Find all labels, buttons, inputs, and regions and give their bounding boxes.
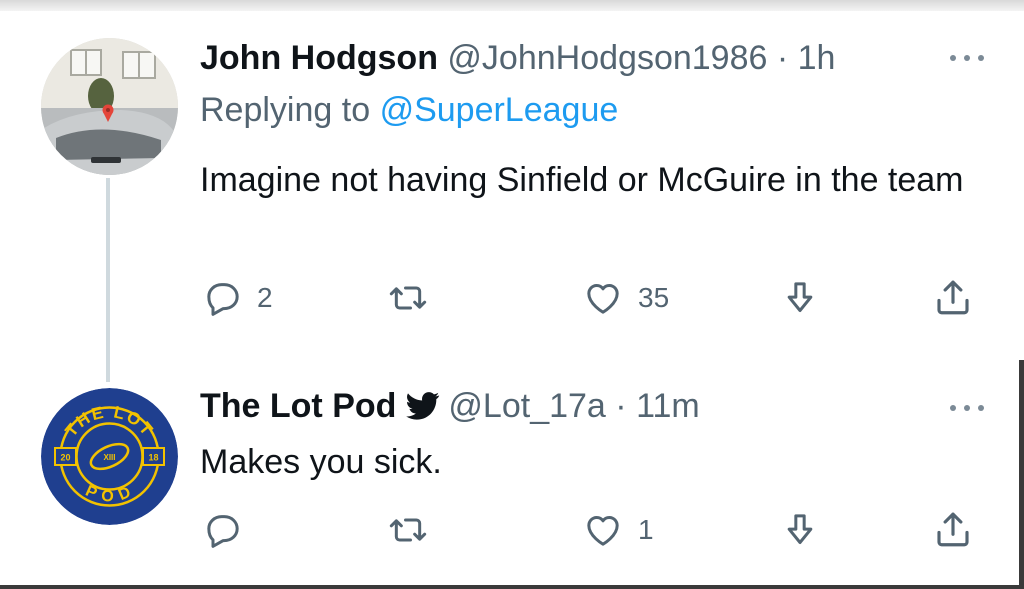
bookmark-button[interactable] [780, 510, 820, 550]
twitter-bird-icon [406, 392, 440, 420]
tweet-text: Makes you sick. [200, 443, 442, 481]
retweet-button[interactable] [386, 510, 430, 550]
share-button[interactable] [932, 276, 974, 318]
like-count: 1 [638, 514, 654, 545]
author-name[interactable]: The Lot Pod [200, 387, 396, 425]
retweet-icon [389, 518, 427, 542]
share-icon [937, 280, 969, 315]
tweet-text: Imagine not having Sinfield or McGuire i… [200, 161, 964, 199]
separator-dot: · [615, 387, 627, 425]
heart-icon [587, 516, 619, 546]
timestamp[interactable]: 11m [636, 387, 700, 425]
reply-icon [207, 515, 239, 548]
tweet-header: John Hodgson @JohnHodgson1986 · 1h [200, 38, 835, 78]
bookmark-button[interactable] [780, 278, 820, 318]
right-edge [1019, 360, 1024, 589]
like-button[interactable]: 35 [582, 278, 669, 318]
more-options-icon[interactable] [947, 48, 987, 68]
reply-count: 2 [257, 282, 273, 313]
avatar[interactable] [41, 38, 178, 175]
bottom-edge [0, 585, 1024, 589]
arrow-down-icon [787, 282, 813, 312]
share-button[interactable] [932, 508, 974, 550]
thread-connector-line [106, 178, 110, 382]
author-name[interactable]: John Hodgson [200, 39, 438, 77]
logo-left-text: 20 [60, 453, 70, 463]
logo-right-text: 18 [148, 453, 158, 463]
reply-icon [207, 283, 239, 316]
replying-to-mention[interactable]: @SuperLeague [380, 91, 619, 129]
more-options-icon[interactable] [947, 398, 987, 418]
retweet-button[interactable] [386, 278, 430, 318]
heart-icon [587, 284, 619, 314]
the-lot-pod-logo: 20 18 THE LOT POD XIII [41, 388, 178, 525]
like-count: 35 [638, 282, 670, 313]
top-edge [0, 0, 1024, 11]
separator-dot: · [776, 39, 789, 77]
timestamp[interactable]: 1h [798, 39, 836, 77]
tweet-header: The Lot Pod @Lot_17a · 11m [200, 386, 700, 426]
like-button[interactable]: 1 [582, 510, 654, 550]
retweet-icon [389, 286, 427, 310]
reply-button[interactable]: 2 [203, 278, 273, 318]
reply-button[interactable] [203, 510, 243, 550]
arrow-down-icon [787, 514, 813, 544]
replying-to-label: Replying to [200, 91, 371, 129]
author-handle[interactable]: @JohnHodgson1986 [447, 39, 767, 77]
avatar[interactable]: 20 18 THE LOT POD XIII [41, 388, 178, 525]
street-photo-avatar-image [41, 38, 178, 175]
logo-center-text: XIII [103, 453, 115, 462]
replying-to-line: Replying to @SuperLeague [200, 90, 618, 130]
author-handle[interactable]: @Lot_17a [448, 387, 605, 425]
share-icon [937, 512, 969, 547]
